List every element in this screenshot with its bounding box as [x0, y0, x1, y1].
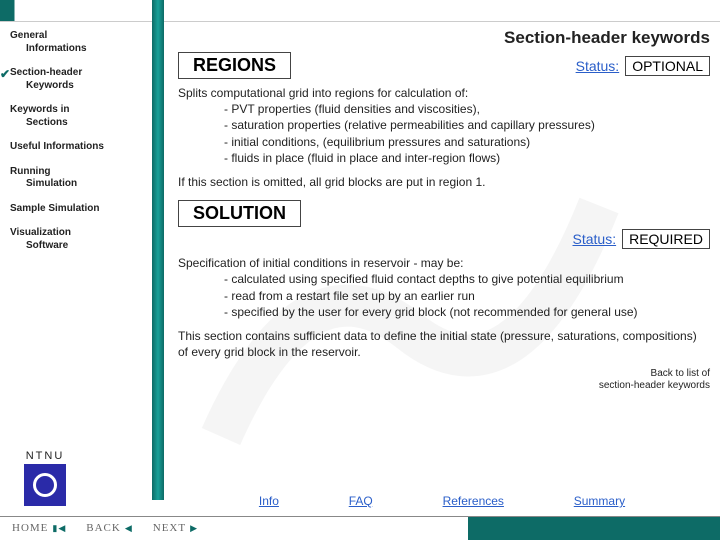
bullet: saturation properties (relative permeabi…	[224, 117, 710, 133]
ntnu-logo-block: NTNU	[10, 450, 80, 506]
block-regions-header: REGIONS Status: OPTIONAL	[178, 52, 710, 79]
block-title: SOLUTION	[178, 200, 301, 227]
sidebar-item-viz-software[interactable]: Visualization Software	[10, 227, 146, 252]
sidebar-item-label: Keywords	[10, 80, 146, 93]
block-solution-footer: This section contains sufficient data to…	[178, 328, 710, 360]
sidebar-item-label: Sample Simulation	[10, 203, 99, 214]
desc-intro: Splits computational grid into regions f…	[178, 85, 710, 101]
ntnu-text: NTNU	[10, 450, 80, 462]
sidebar-item-label: Software	[10, 240, 146, 253]
block-solution-status: Status: REQUIRED	[178, 229, 710, 249]
status-badge: OPTIONAL	[625, 56, 710, 76]
desc-intro: Specification of initial conditions in r…	[178, 255, 710, 271]
bullet: specified by the user for every grid blo…	[224, 304, 710, 320]
bullet: read from a restart file set up by an ea…	[224, 288, 710, 304]
sidebar-item-label: Informations	[10, 43, 146, 56]
sidebar-item-label: Running	[10, 166, 51, 177]
bullet: initial conditions, (equilibrium pressur…	[224, 134, 710, 150]
status-badge: REQUIRED	[622, 229, 710, 249]
block-solution-desc: Specification of initial conditions in r…	[178, 255, 710, 320]
bullet: calculated using specified fluid contact…	[224, 271, 710, 287]
footer-links: Info FAQ References Summary	[164, 494, 720, 508]
vertical-accent	[152, 0, 164, 500]
home-icon: ▮◀	[52, 523, 66, 534]
status-label[interactable]: Status:	[576, 58, 620, 74]
sidebar-item-section-header[interactable]: Section-header Keywords	[10, 67, 146, 92]
next-icon: ▶	[190, 523, 198, 534]
bullet: PVT properties (fluid densities and visc…	[224, 101, 710, 117]
sidebar-item-label: Useful Informations	[10, 141, 104, 152]
nav-controls: HOME ▮◀ BACK ◀ NEXT ▶	[0, 516, 340, 540]
nav-next[interactable]: NEXT ▶	[153, 522, 198, 534]
nav-label: BACK	[86, 522, 121, 534]
sidebar-item-label: Sections	[10, 117, 146, 130]
link-summary[interactable]: Summary	[574, 494, 625, 508]
status-label[interactable]: Status:	[573, 231, 617, 247]
top-bar	[0, 0, 720, 22]
nav-home[interactable]: HOME ▮◀	[12, 522, 66, 534]
sidebar-item-label: Visualization	[10, 227, 71, 238]
nav-back[interactable]: BACK ◀	[86, 522, 132, 534]
block-regions-footer: If this section is omitted, all grid blo…	[178, 174, 710, 190]
link-info[interactable]: Info	[259, 494, 279, 508]
block-solution-header: SOLUTION	[178, 200, 710, 227]
link-references[interactable]: References	[443, 494, 504, 508]
block-regions-desc: Splits computational grid into regions f…	[178, 85, 710, 166]
sidebar-item-label: Keywords in	[10, 104, 69, 115]
sidebar-item-running-sim[interactable]: Running Simulation	[10, 166, 146, 191]
block-title: REGIONS	[178, 52, 291, 79]
nav-label: NEXT	[153, 522, 186, 534]
back-link-l1: Back to list of	[651, 368, 710, 379]
sidebar-item-keywords-sections[interactable]: Keywords in Sections	[10, 104, 146, 129]
main-content: Section-header keywords REGIONS Status: …	[164, 22, 720, 500]
nav-label: HOME	[12, 522, 48, 534]
sidebar-item-label: Simulation	[10, 178, 146, 191]
ntnu-logo-icon	[24, 464, 66, 506]
status-wrap: Status: OPTIONAL	[576, 56, 710, 76]
sidebar-item-label: General	[10, 30, 47, 41]
desc-bullets: calculated using specified fluid contact…	[178, 271, 710, 320]
desc-bullets: PVT properties (fluid densities and visc…	[178, 101, 710, 166]
sidebar: General Informations Section-header Keyw…	[0, 22, 152, 500]
sidebar-item-useful-info[interactable]: Useful Informations	[10, 141, 146, 154]
sidebar-item-sample-sim[interactable]: Sample Simulation	[10, 203, 146, 216]
bullet: fluids in place (fluid in place and inte…	[224, 150, 710, 166]
back-link[interactable]: Back to list of section-header keywords	[178, 368, 710, 391]
status-wrap: Status: REQUIRED	[573, 229, 711, 249]
sidebar-item-label: Section-header	[10, 67, 82, 78]
link-faq[interactable]: FAQ	[349, 494, 373, 508]
sidebar-item-general[interactable]: General Informations	[10, 30, 146, 55]
page-title: Section-header keywords	[178, 28, 710, 48]
back-link-l2: section-header keywords	[599, 380, 710, 391]
back-icon: ◀	[125, 523, 133, 534]
